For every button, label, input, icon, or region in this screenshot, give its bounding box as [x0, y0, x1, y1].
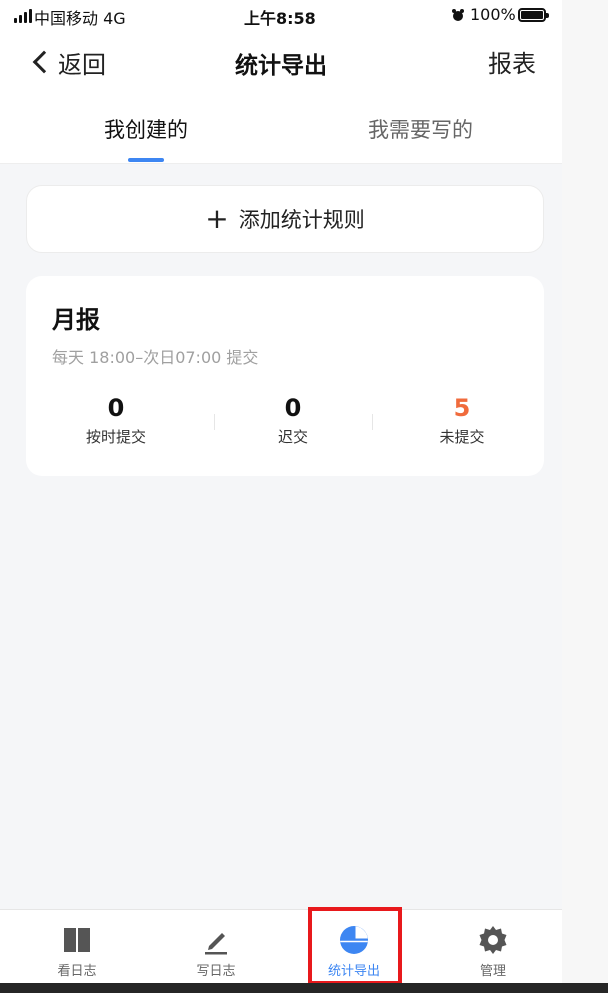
- plus-icon: +: [205, 202, 229, 235]
- navigation-bar: 返回 统计导出 报表: [0, 32, 562, 96]
- status-bar: 中国移动 4G 上午8:58 100%: [0, 0, 562, 32]
- tab-label: 管理: [479, 964, 506, 979]
- signal-strength-icon: [14, 9, 32, 23]
- tab-write-log[interactable]: 写日志: [166, 910, 266, 983]
- add-statistics-rule-button[interactable]: + 添加统计规则: [26, 185, 544, 253]
- tab-need-to-write[interactable]: 我需要写的: [368, 114, 473, 144]
- status-time: 上午8:58: [244, 9, 316, 28]
- add-rule-label: 添加统计规则: [238, 208, 365, 232]
- segment-tabs: 我创建的 我需要写的: [0, 96, 562, 164]
- stat-divider: [372, 414, 373, 430]
- tab-manage[interactable]: 管理: [443, 910, 543, 983]
- bottom-edge: [0, 983, 608, 993]
- gear-icon: [479, 926, 507, 954]
- tab-label: 写日志: [196, 964, 236, 979]
- tab-view-logs[interactable]: 看日志: [27, 910, 127, 983]
- alarm-clock-icon: [452, 9, 464, 21]
- phone-screen: 中国移动 4G 上午8:58 100% 返回 统计导出 报表 我创建的 我需要写…: [0, 0, 562, 983]
- battery-percentage: 100%: [470, 5, 516, 24]
- book-icon: [64, 928, 90, 952]
- stat-value: 0: [284, 394, 302, 422]
- stat-not-submitted[interactable]: 5 未提交: [392, 394, 532, 447]
- stat-value: 0: [107, 394, 125, 422]
- card-title: 月报: [52, 306, 100, 334]
- page-title: 统计导出: [235, 53, 327, 79]
- tab-label: 统计导出: [327, 964, 380, 979]
- report-rule-card[interactable]: 月报 每天 18:00–次日07:00 提交 0 按时提交 0 迟交 5 未提交: [26, 276, 544, 476]
- stat-label: 未提交: [439, 428, 485, 446]
- stat-divider: [214, 414, 215, 430]
- carrier-label: 中国移动 4G: [34, 9, 126, 28]
- pen-icon: [205, 933, 227, 955]
- battery-icon: [518, 8, 549, 22]
- pie-chart-icon: [340, 926, 368, 954]
- active-tab-indicator: [128, 158, 164, 162]
- stat-label: 迟交: [277, 428, 308, 446]
- stat-value: 5: [453, 394, 471, 422]
- card-schedule: 每天 18:00–次日07:00 提交: [52, 348, 259, 367]
- tab-statistics-export[interactable]: 统计导出: [304, 910, 404, 983]
- tab-label: 看日志: [57, 964, 97, 979]
- stat-label: 按时提交: [85, 428, 146, 446]
- bottom-tab-bar: 看日志 写日志 统计导出 管理: [0, 909, 562, 983]
- tab-created-by-me[interactable]: 我创建的: [104, 114, 188, 144]
- stat-late[interactable]: 0 迟交: [223, 394, 363, 447]
- right-margin: [562, 0, 608, 983]
- report-button[interactable]: 报表: [488, 44, 536, 79]
- stat-on-time[interactable]: 0 按时提交: [46, 394, 186, 447]
